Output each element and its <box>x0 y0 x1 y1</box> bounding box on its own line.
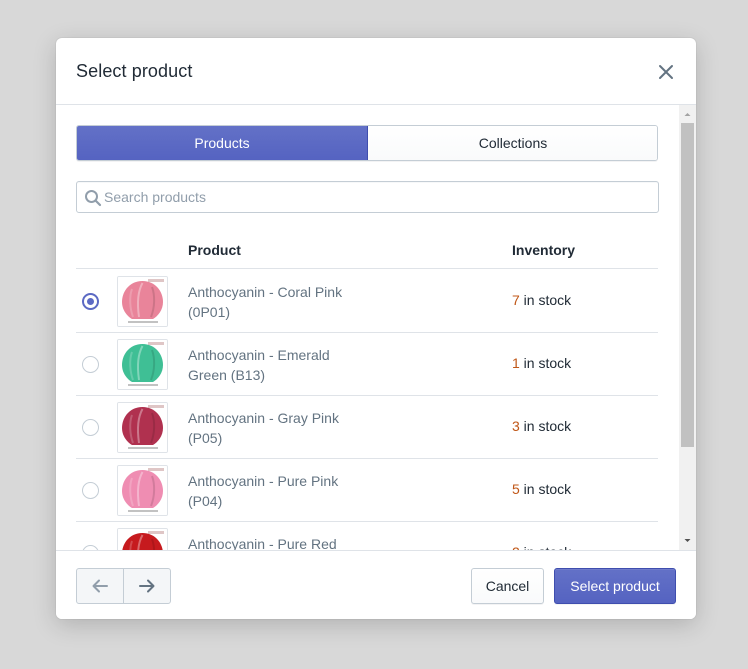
segmented-control: Products Collections <box>76 125 658 161</box>
select-product-button[interactable]: Select product <box>554 568 676 604</box>
inventory-status: 5 in stock <box>512 481 571 497</box>
inventory-suffix: in stock <box>519 292 572 308</box>
table-header: Product Inventory <box>76 229 658 269</box>
product-name: Anthocyanin - Emerald Green (B13) <box>188 347 330 383</box>
search-input[interactable] <box>104 182 644 212</box>
scrollbar-thumb[interactable] <box>681 123 694 447</box>
product-name: Anthocyanin - Pure Red <box>188 536 337 550</box>
product-radio[interactable] <box>82 482 99 499</box>
inventory-suffix: in stock <box>519 418 572 434</box>
modal-body: Products Collections Product Inventory A… <box>56 105 696 550</box>
product-radio[interactable] <box>82 356 99 373</box>
table-row[interactable]: Anthocyanin - Pure Pink (P04) 5 in stock <box>76 459 658 522</box>
product-radio[interactable] <box>82 293 99 310</box>
inventory-count: 7 <box>512 292 520 308</box>
inventory-suffix: in stock <box>519 481 572 497</box>
modal-header: Select product <box>56 38 696 105</box>
table-row[interactable]: Anthocyanin - Coral Pink (0P01) 7 in stoc… <box>76 270 658 333</box>
product-thumbnail <box>117 276 168 327</box>
tab-collections[interactable]: Collections <box>368 126 657 160</box>
scroll-down-arrow-icon[interactable] <box>679 533 696 548</box>
select-product-modal: Select product Products Collections Prod… <box>56 38 696 619</box>
inventory-suffix: in stock <box>519 355 572 371</box>
search-field <box>76 181 659 213</box>
table-row[interactable]: Anthocyanin - Gray Pink (P05) 3 in stock <box>76 396 658 459</box>
product-name: Anthocyanin - Pure Pink (P04) <box>188 473 339 509</box>
inventory-status: 7 in stock <box>512 292 571 308</box>
search-icon <box>84 189 102 207</box>
product-thumbnail <box>117 528 168 550</box>
column-header-product: Product <box>188 242 241 258</box>
product-thumbnail <box>117 339 168 390</box>
inventory-status: 1 in stock <box>512 355 571 371</box>
tab-products[interactable]: Products <box>77 126 368 160</box>
product-thumbnail <box>117 402 168 453</box>
table-row[interactable]: Anthocyanin - Pure Red2 in stock <box>76 522 658 550</box>
scrollbar[interactable] <box>679 105 696 550</box>
inventory-count: 5 <box>512 481 520 497</box>
column-header-inventory: Inventory <box>512 242 576 258</box>
arrow-left-icon[interactable] <box>77 569 124 603</box>
table-row[interactable]: Anthocyanin - Emerald Green (B13) 1 in st… <box>76 333 658 396</box>
cancel-button[interactable]: Cancel <box>471 568 544 604</box>
inventory-count: 3 <box>512 418 520 434</box>
inventory-count: 1 <box>512 355 520 371</box>
product-radio[interactable] <box>82 419 99 436</box>
product-thumbnail <box>117 465 168 516</box>
pagination <box>76 568 171 604</box>
scroll-up-arrow-icon[interactable] <box>679 107 696 122</box>
product-name: Anthocyanin - Coral Pink (0P01) <box>188 284 343 320</box>
close-icon[interactable] <box>654 60 678 84</box>
product-name: Anthocyanin - Gray Pink (P05) <box>188 410 339 446</box>
arrow-right-icon[interactable] <box>124 569 171 603</box>
modal-title: Select product <box>76 61 193 81</box>
inventory-status: 3 in stock <box>512 418 571 434</box>
modal-footer: Cancel Select product <box>56 550 696 619</box>
